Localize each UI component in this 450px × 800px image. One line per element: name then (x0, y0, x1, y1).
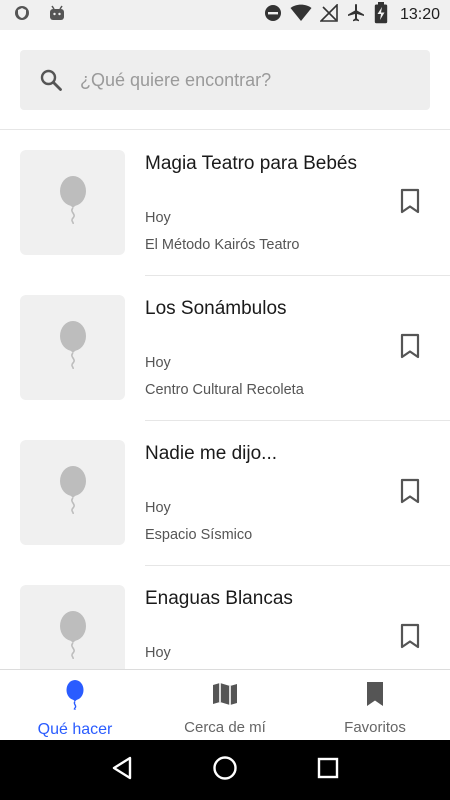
nav-label: Cerca de mí (184, 719, 266, 736)
event-date: Hoy (145, 645, 171, 661)
bookmark-button[interactable] (395, 333, 425, 363)
shield-icon (14, 5, 30, 26)
event-venue: Espacio Sísmico (145, 527, 253, 543)
event-title: Nadie me dijo... (145, 443, 278, 464)
bookmark-button[interactable] (395, 478, 425, 508)
nav-item-favoritos[interactable]: Favoritos (300, 670, 450, 740)
event-title: Los Sonámbulos (145, 298, 287, 319)
android-icon (48, 5, 66, 26)
recents-button[interactable] (308, 750, 348, 790)
event-thumbnail (20, 295, 125, 400)
event-date: Hoy (145, 500, 171, 516)
bookmark-outline-icon (400, 188, 420, 219)
airplane-icon (346, 3, 366, 28)
balloon-icon (65, 680, 85, 715)
do-not-disturb-icon (264, 4, 282, 27)
event-date: Hoy (145, 355, 171, 371)
event-venue: Centro Cultural Recoleta (145, 382, 304, 398)
event-title: Enaguas Blancas (145, 588, 293, 609)
event-list: Magia Teatro para Bebés Hoy El Método Ka… (0, 131, 450, 669)
search-box[interactable] (20, 50, 430, 110)
balloon-placeholder-icon (58, 321, 88, 374)
search-icon[interactable] (38, 67, 64, 93)
back-triangle-icon (110, 755, 134, 786)
event-title: Magia Teatro para Bebés (145, 153, 357, 174)
event-date: Hoy (145, 210, 171, 226)
event-venue: El Método Kairós Teatro (145, 237, 300, 253)
home-button[interactable] (205, 750, 245, 790)
no-signal-icon (319, 2, 338, 27)
event-thumbnail (20, 585, 125, 669)
bookmark-button[interactable] (395, 623, 425, 653)
bookmark-button[interactable] (395, 188, 425, 218)
nav-label: Qué hacer (37, 721, 113, 738)
event-item[interactable]: Magia Teatro para Bebés Hoy El Método Ka… (0, 131, 450, 276)
system-navigation-bar (0, 740, 450, 800)
status-bar: 13:20 (0, 0, 450, 30)
nav-item-cerca-de-mi[interactable]: Cerca de mí (150, 670, 300, 740)
search-input[interactable] (80, 69, 400, 91)
home-circle-icon (212, 755, 238, 786)
search-area (0, 30, 450, 130)
event-item[interactable]: Los Sonámbulos Hoy Centro Cultural Recol… (0, 276, 450, 421)
wifi-icon (290, 4, 312, 27)
status-time: 13:20 (399, 6, 440, 23)
balloon-placeholder-icon (58, 176, 88, 229)
bookmark-outline-icon (400, 478, 420, 509)
bookmark-icon (364, 680, 386, 713)
nav-label: Favoritos (344, 719, 406, 736)
balloon-placeholder-icon (58, 466, 88, 519)
recents-square-icon (317, 757, 339, 784)
event-thumbnail (20, 440, 125, 545)
event-item[interactable]: Nadie me dijo... Hoy Espacio Sísmico (0, 421, 450, 566)
back-button[interactable] (102, 750, 142, 790)
map-icon (211, 680, 239, 713)
bottom-navigation: Qué hacer Cerca de mí Favoritos (0, 669, 450, 740)
nav-item-que-hacer[interactable]: Qué hacer (0, 670, 150, 740)
bookmark-outline-icon (400, 333, 420, 364)
bookmark-outline-icon (400, 623, 420, 654)
event-item[interactable]: Enaguas Blancas Hoy (0, 566, 450, 669)
battery-charging-icon (374, 1, 388, 29)
event-thumbnail (20, 150, 125, 255)
balloon-placeholder-icon (58, 611, 88, 664)
